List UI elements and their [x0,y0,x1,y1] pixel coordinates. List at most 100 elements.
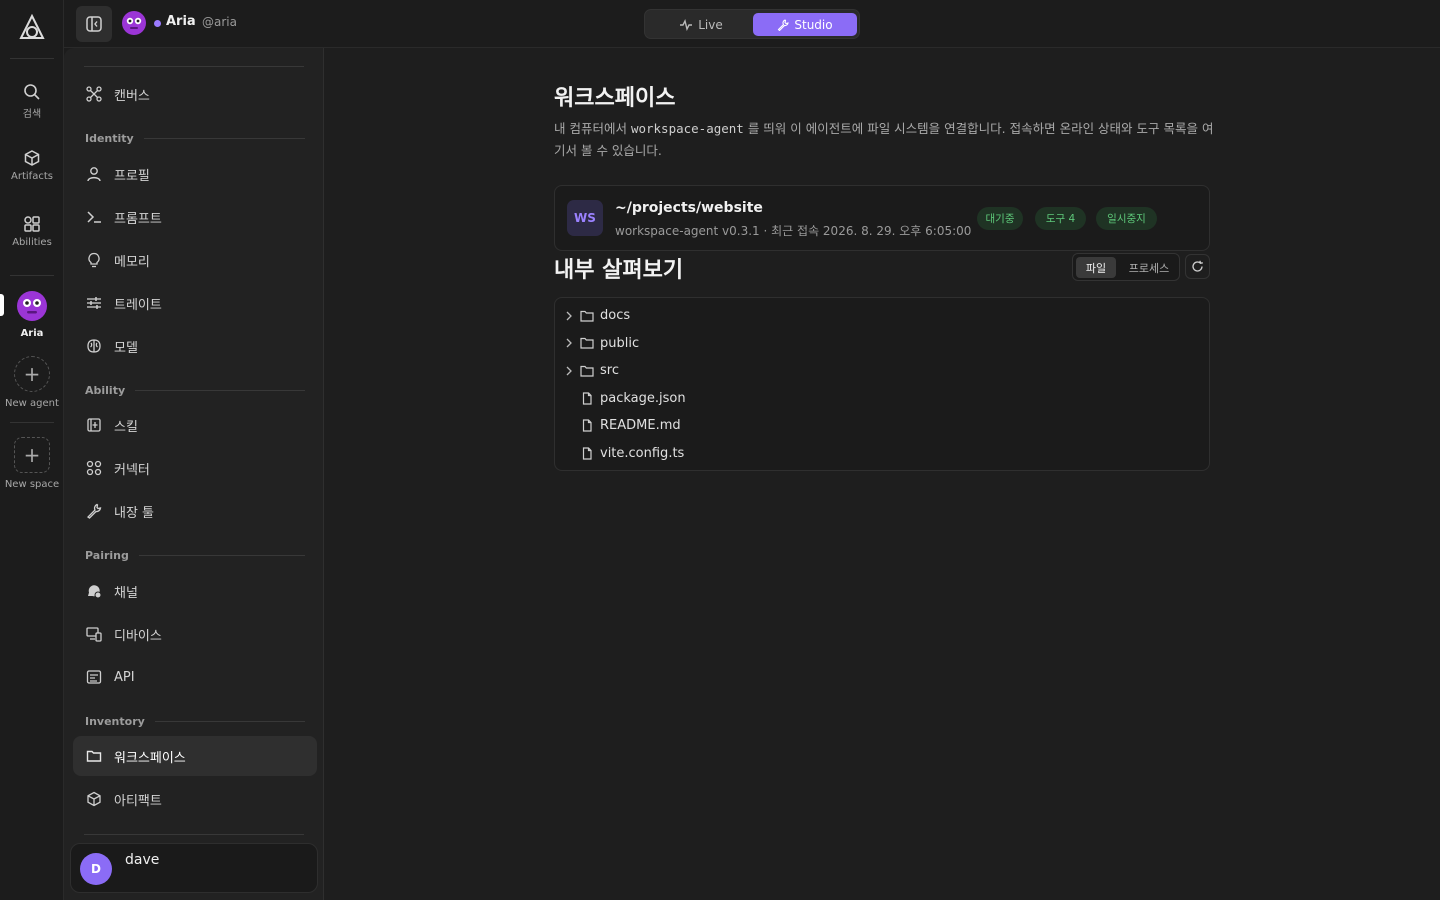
tree-item-name: vite.config.ts [600,445,685,461]
workspace-meta: workspace-agent v0.3.1 · 최근 접속 2026. 8. … [615,224,972,238]
rail-agent-label: Aria [20,328,44,339]
sidebar-item-label: 디바이스 [114,628,162,644]
tab-processes[interactable]: 프로세스 [1121,257,1177,278]
file-icon [582,419,592,432]
rail-divider [10,275,54,276]
sidebar-item-traits[interactable]: 트레이트 [73,283,317,323]
api-icon [86,670,102,684]
sidebar-item-model[interactable]: 모델 [73,326,317,366]
sidebar-toggle-button[interactable] [76,6,112,42]
plus-icon: + [14,356,50,392]
sliders-icon [87,297,101,309]
sidebar-item-devices[interactable]: 디바이스 [73,614,317,654]
sidebar-item-workspace[interactable]: 워크스페이스 [73,736,317,776]
new-agent-label: New agent [5,398,59,409]
tree-row-file[interactable]: README.md [555,412,1209,440]
sidebar-item-label: 프로필 [114,168,150,184]
sidebar-divider [84,66,304,67]
cube-icon [24,150,40,166]
sidebar-item-label: 모델 [114,340,138,356]
sidebar-item-prompt[interactable]: 프롬프트 [73,197,317,237]
file-tree: docs public src package.json README.md v… [554,297,1210,471]
channel-icon [88,585,102,599]
sidebar-item-label: 프롬프트 [114,211,162,227]
rail-search[interactable]: 검색 [0,83,64,120]
mode-studio-button[interactable]: Studio [753,13,857,36]
sidebar-item-label: 커넥터 [114,462,150,478]
rail-abilities[interactable]: Abilities [0,215,64,248]
refresh-button[interactable] [1185,254,1210,279]
new-agent-button[interactable]: + New agent [0,356,64,409]
tree-row-folder[interactable]: public [555,330,1209,358]
sidebar-item-skills[interactable]: 스킬 [73,405,317,445]
sidebar-item-label: 워크스페이스 [114,750,186,766]
sidebar-item-connectors[interactable]: 커넥터 [73,448,317,488]
new-space-button[interactable]: + New space [0,437,64,490]
tree-item-name: package.json [600,390,686,406]
chevron-right-icon [566,366,572,376]
canvas-icon [86,86,102,102]
sidebar-item-label: 아티팩트 [114,793,162,809]
pause-button[interactable]: 일시중지 [1096,207,1157,230]
rail-divider [10,58,54,59]
tab-files[interactable]: 파일 [1076,257,1116,278]
agent-avatar-icon[interactable] [121,10,147,36]
rail-agent-aria[interactable]: Aria [0,290,64,339]
tree-row-file[interactable]: package.json [555,385,1209,413]
mode-live-button[interactable]: Live [651,14,751,36]
sidebar-item-label: 스킬 [114,419,138,435]
sidebar-item-label: API [114,669,135,685]
file-icon [582,392,592,405]
agent-avatar-icon [17,291,47,321]
sidebar-item-artifacts[interactable]: 아티팩트 [73,779,317,819]
section-heading: Inventory [85,715,145,728]
sidebar-item-canvas[interactable]: 캔버스 [73,74,317,114]
workspace-badge: WS [567,200,603,236]
wrench-icon [778,18,790,31]
grid-icon [24,216,40,232]
sidebar-item-channels[interactable]: 채널 [73,571,317,611]
main-content: 워크스페이스 내 컴퓨터에서 workspace-agent 를 띄워 이 에이… [324,48,1440,900]
mode-live-label: Live [698,18,723,32]
tree-row-file[interactable]: vite.config.ts [555,440,1209,468]
tree-row-folder[interactable]: src [555,357,1209,385]
sidebar-item-api[interactable]: API [73,657,317,697]
sidebar-item-profile[interactable]: 프로필 [73,154,317,194]
user-avatar: D [80,853,112,885]
tree-row-folder[interactable]: docs [555,302,1209,330]
workspace-path: ~/projects/website [615,200,763,216]
wrench-icon [86,503,102,519]
page-description: 내 컴퓨터에서 workspace-agent 를 띄워 이 에이전트에 파일 … [554,118,1214,162]
user-icon [87,167,101,182]
inspect-title: 내부 살펴보기 [554,258,684,283]
agent-name: Aria [166,14,196,29]
sidebar-item-memory[interactable]: 메모리 [73,240,317,280]
rail-artifacts-label: Artifacts [11,171,53,182]
user-card[interactable]: D dave [70,843,318,893]
studio-sidebar: 캔버스 Identity 프로필 프롬프트 메모리 트레이트 모델 Abilit… [64,48,324,900]
workspace-card[interactable]: WS ~/projects/website workspace-agent v0… [554,185,1210,251]
plus-icon: + [14,437,50,473]
sidebar-item-label: 메모리 [114,254,150,270]
section-pairing: Pairing [85,549,305,562]
sidebar-item-builtin-tools[interactable]: 내장 툴 [73,491,317,531]
app-rail: 검색 Artifacts Abilities Aria + New agent … [0,0,64,900]
devices-icon [86,627,102,642]
rail-artifacts[interactable]: Artifacts [0,149,64,182]
folder-icon [580,365,594,377]
tree-item-name: src [600,363,619,379]
cube-icon [87,791,101,807]
section-heading: Ability [85,384,126,397]
app-logo-icon[interactable] [18,14,46,44]
sidebar-divider [84,834,304,835]
chevron-right-icon [566,311,572,321]
chevron-right-icon [566,338,572,348]
connector-grid-icon [86,460,102,476]
sidebar-toggle-icon [86,16,102,32]
skill-book-icon [87,418,101,432]
new-space-label: New space [4,479,60,490]
terminal-icon [87,211,101,223]
mode-studio-label: Studio [794,17,833,32]
status-chip-idle: 대기중 [977,207,1023,230]
pulse-icon [680,19,693,31]
